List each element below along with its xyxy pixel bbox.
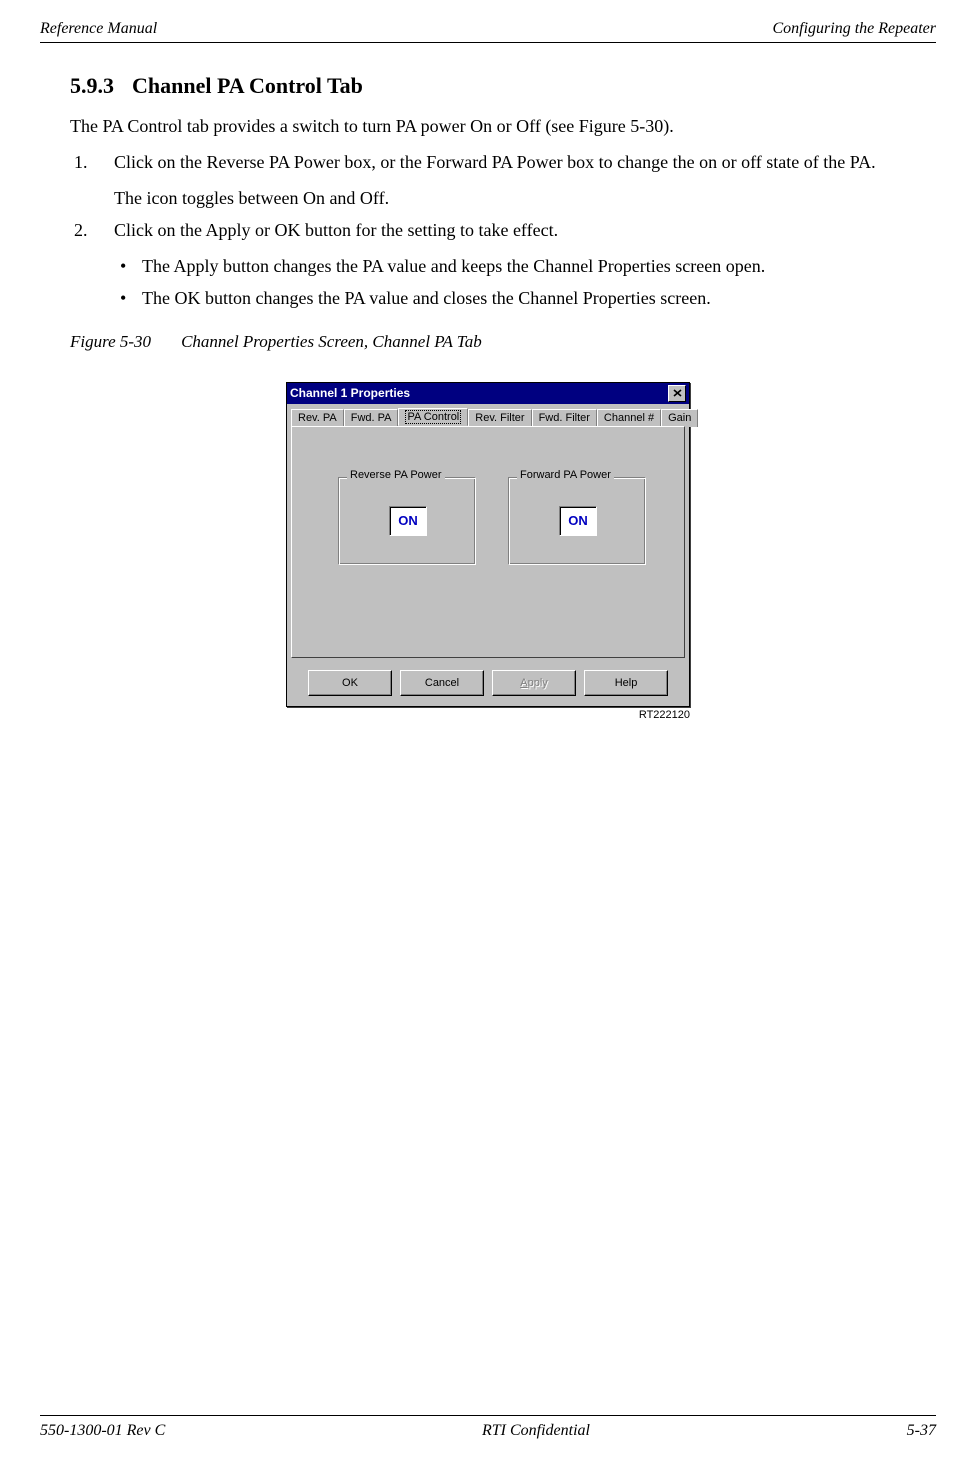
buttons-row: OK Cancel Apply Help [287,664,689,706]
ok-button[interactable]: OK [308,670,392,696]
dialog-titlebar[interactable]: Channel 1 Properties [287,383,689,404]
section-heading: 5.9.3 Channel PA Control Tab [70,73,906,99]
intro-paragraph: The PA Control tab provides a switch to … [70,113,906,139]
bullet-1: The Apply button changes the PA value an… [70,253,906,279]
tab-label: Fwd. Filter [539,412,590,424]
tab-gain[interactable]: Gain [661,409,698,427]
tabs-row: Rev. PA Fwd. PA PA Control Rev. Filter F… [287,404,689,426]
figure-title: Channel Properties Screen, Channel PA Ta… [181,332,482,351]
apply-underline: A [520,677,527,689]
reverse-pa-state: ON [398,513,418,528]
apply-button: Apply [492,670,576,696]
button-label: Help [615,677,638,689]
footer-right: 5-37 [907,1422,936,1440]
bullet-2: The OK button changes the PA value and c… [70,285,906,311]
reverse-pa-group: Reverse PA Power ON [338,477,476,565]
rt-number: RT222120 [639,709,690,721]
help-button[interactable]: Help [584,670,668,696]
tab-label: PA Control [405,410,461,424]
forward-pa-state: ON [568,513,588,528]
content-area: 5.9.3 Channel PA Control Tab The PA Contr… [40,73,936,721]
cancel-button[interactable]: Cancel [400,670,484,696]
close-icon [673,389,682,397]
bullet-list: The Apply button changes the PA value an… [70,253,906,311]
tab-body: Reverse PA Power ON Forward PA Power ON [291,426,685,658]
figure-caption: Figure 5-30 Channel Properties Screen, Ch… [70,332,906,352]
step-2-text: Click on the Apply or OK button for the … [114,220,558,240]
tab-rev-filter[interactable]: Rev. Filter [468,409,531,427]
step-2: 2. Click on the Apply or OK button for t… [70,217,906,243]
reverse-pa-toggle[interactable]: ON [389,506,427,536]
step-2-marker: 2. [74,217,88,243]
tab-label: Gain [668,412,691,424]
section-number: 5.9.3 [70,73,114,98]
dialog-title-text: Channel 1 Properties [290,386,410,400]
tab-label: Fwd. PA [351,412,392,424]
close-button[interactable] [668,385,686,402]
apply-rest: pply [528,677,548,689]
forward-pa-label: Forward PA Power [517,469,614,481]
tab-fwd-filter[interactable]: Fwd. Filter [532,409,597,427]
tab-fwd-pa[interactable]: Fwd. PA [344,409,399,427]
step-1-marker: 1. [74,149,88,175]
button-label: Apply [520,677,548,689]
forward-pa-toggle[interactable]: ON [559,506,597,536]
step-1-text: Click on the Reverse PA Power box, or th… [114,152,876,172]
figure-number: Figure 5-30 [70,332,151,351]
figure-wrap: Channel 1 Properties Rev. PA Fwd. PA PA … [286,382,690,721]
tab-rev-pa[interactable]: Rev. PA [291,409,344,427]
figure-area: Channel 1 Properties Rev. PA Fwd. PA PA … [70,382,906,721]
page-footer: 550-1300-01 Rev C RTI Confidential 5-37 [40,1415,936,1440]
header-left: Reference Manual [40,20,157,38]
page-header: Reference Manual Configuring the Repeate… [40,20,936,43]
footer-left: 550-1300-01 Rev C [40,1422,165,1440]
page: Reference Manual Configuring the Repeate… [0,0,976,1465]
tab-channel-num[interactable]: Channel # [597,409,661,427]
button-label: Cancel [425,677,459,689]
button-label: OK [342,677,358,689]
steps-list: 1. Click on the Reverse PA Power box, or… [70,149,906,175]
reverse-pa-label: Reverse PA Power [347,469,445,481]
steps-list-2: 2. Click on the Apply or OK button for t… [70,217,906,243]
tab-pa-control[interactable]: PA Control [398,408,468,426]
footer-center: RTI Confidential [482,1422,590,1440]
step-1-sub: The icon toggles between On and Off. [70,185,906,211]
forward-pa-group: Forward PA Power ON [508,477,646,565]
tab-label: Rev. PA [298,412,337,424]
channel-properties-dialog: Channel 1 Properties Rev. PA Fwd. PA PA … [286,382,690,707]
tab-label: Rev. Filter [475,412,524,424]
section-title: Channel PA Control Tab [132,73,363,98]
header-right: Configuring the Repeater [772,20,936,38]
tab-label: Channel # [604,412,654,424]
step-1: 1. Click on the Reverse PA Power box, or… [70,149,906,175]
